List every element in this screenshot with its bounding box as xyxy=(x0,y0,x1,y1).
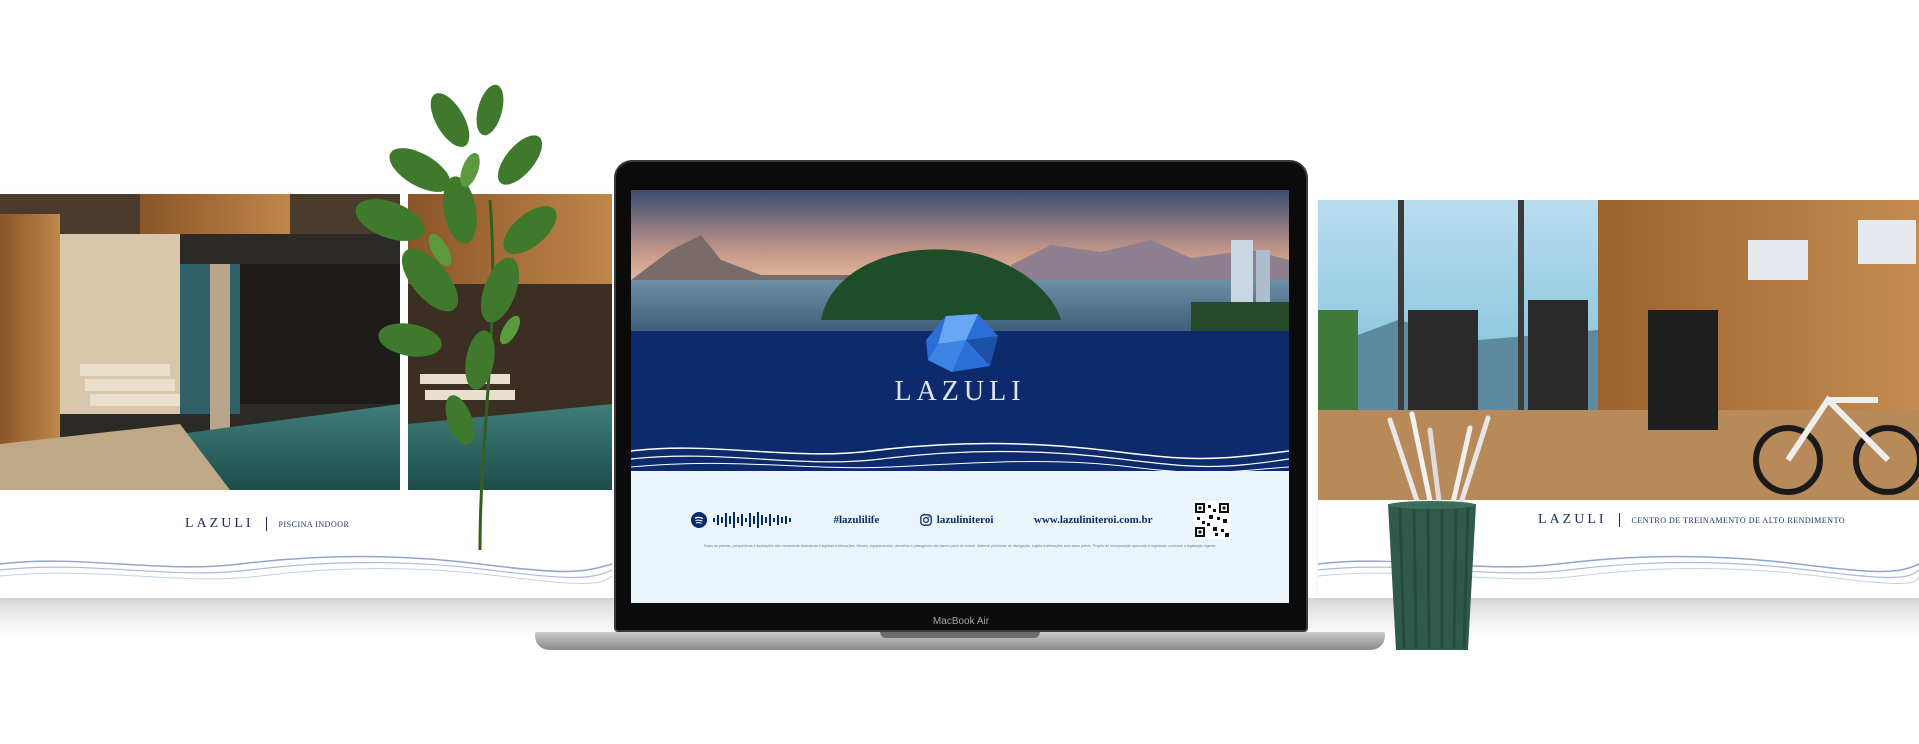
contact-strip: #lazulilife lazuliniteroi www.lazulinite… xyxy=(631,471,1289,603)
lazuli-logo: LAZULI xyxy=(894,376,1026,407)
caption-divider xyxy=(1618,513,1620,527)
qr-code-icon[interactable] xyxy=(1193,501,1231,539)
website-link[interactable]: www.lazuliniteroi.com.br xyxy=(1034,514,1153,526)
instagram-icon xyxy=(919,514,932,526)
right-caption: LAZULI CENTRO DE TREINAMENTO DE ALTO REN… xyxy=(1538,512,1845,528)
spotify-icon xyxy=(691,512,707,528)
instagram-handle: lazuliniteroi xyxy=(936,514,994,526)
contact-row: #lazulilife lazuliniteroi www.lazulinite… xyxy=(691,501,1231,539)
banner-wave-decoration xyxy=(631,442,1289,471)
potted-plant-leaves xyxy=(355,84,557,550)
spotify-code[interactable] xyxy=(691,511,793,529)
left-wave-decoration xyxy=(0,555,612,584)
lapis-stone-icon xyxy=(926,314,998,372)
laptop-screen: LAZULI #lazulilife lazuliniteroi www.laz… xyxy=(631,190,1289,603)
caption-brand: LAZULI xyxy=(1538,512,1607,527)
laptop-model-label: MacBook Air xyxy=(932,616,990,627)
left-caption: LAZULI PISCINA INDOOR xyxy=(185,516,349,532)
caption-divider xyxy=(265,517,267,531)
caption-text: CENTRO DE TREINAMENTO DE ALTO RENDIMENTO xyxy=(1631,515,1846,525)
pencil-cup xyxy=(1388,501,1476,650)
hashtag-text: #lazulilife xyxy=(833,514,880,526)
spotify-code-icon xyxy=(713,512,791,528)
caption-brand: LAZULI xyxy=(185,516,254,531)
instagram-link[interactable]: lazuliniteroi xyxy=(919,514,994,526)
legal-fine-print: Todas as plantas, perspectivas e ilustra… xyxy=(703,544,1217,548)
laptop-hinge-notch xyxy=(880,632,1040,638)
